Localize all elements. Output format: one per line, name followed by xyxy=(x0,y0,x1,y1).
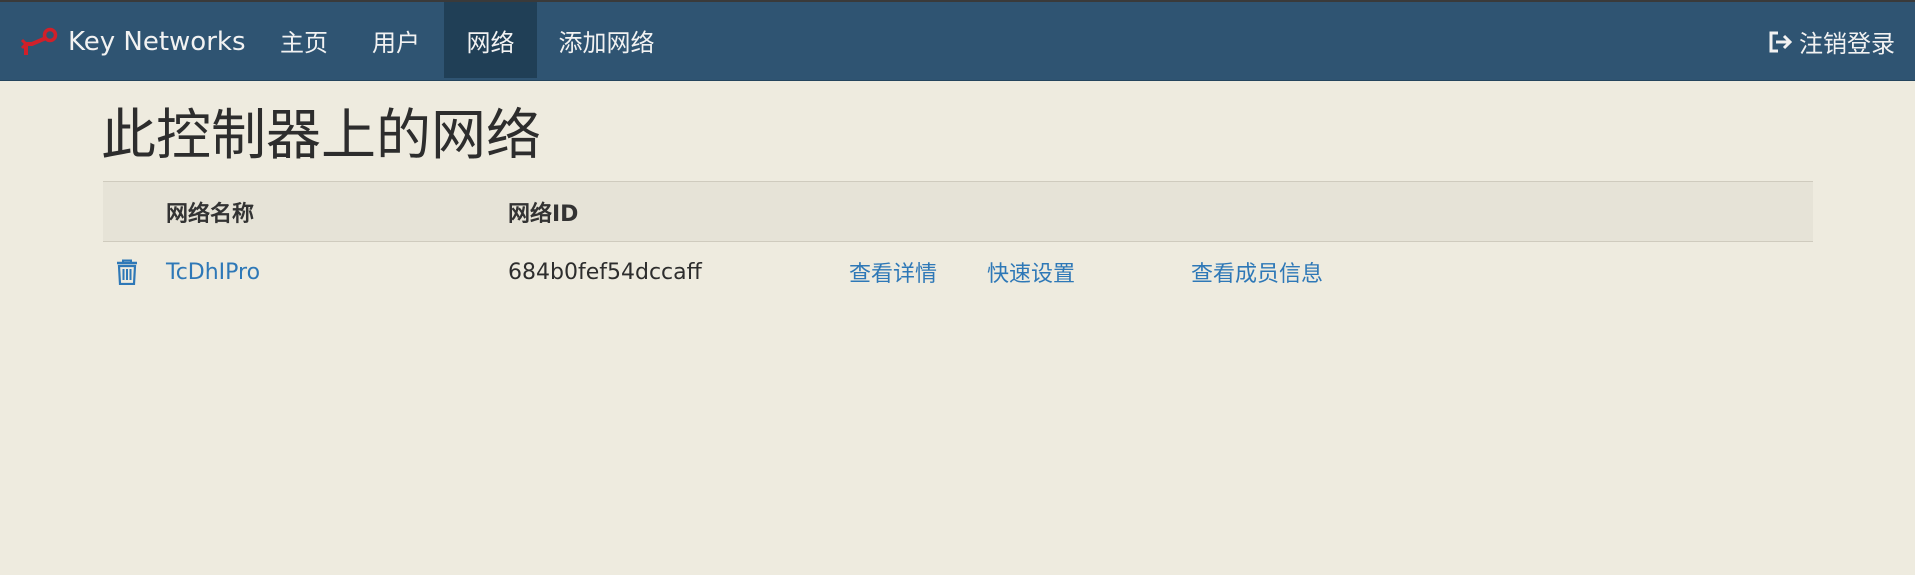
sign-out-icon xyxy=(1769,31,1793,52)
brand-link[interactable]: Key Networks xyxy=(20,2,246,81)
quick-setup-link[interactable]: 快速设置 xyxy=(987,242,1075,302)
page-title: 此控制器上的网络 xyxy=(101,103,542,167)
table-header: 网络名称 网络ID xyxy=(103,181,1813,242)
header-network-id: 网络ID xyxy=(508,201,579,227)
key-logo-icon xyxy=(20,27,58,55)
delete-network-button[interactable] xyxy=(116,242,138,302)
trash-icon xyxy=(117,259,137,285)
network-id: 684b0fef54dccaff xyxy=(508,259,702,285)
network-name-link[interactable]: TcDhIPro xyxy=(166,242,260,302)
top-navbar: Key Networks 主页 用户 网络 添加网络 注销登录 xyxy=(0,0,1915,81)
header-network-name: 网络名称 xyxy=(166,201,255,227)
nav-item-add-network[interactable]: 添加网络 xyxy=(549,2,664,78)
networks-table: 网络名称 网络ID TcDhIPro 684b0fef54dccaff 查看详情… xyxy=(103,181,1813,302)
nav-item-home[interactable]: 主页 xyxy=(266,2,342,78)
logout-link[interactable]: 注销登录 xyxy=(1767,2,1895,81)
nav-item-networks[interactable]: 网络 xyxy=(444,2,537,78)
view-details-link[interactable]: 查看详情 xyxy=(849,242,937,302)
view-members-link[interactable]: 查看成员信息 xyxy=(1191,242,1323,302)
nav-item-users[interactable]: 用户 xyxy=(360,2,432,78)
table-row: TcDhIPro 684b0fef54dccaff 查看详情 快速设置 查看成员… xyxy=(103,242,1813,302)
brand-name: Key Networks xyxy=(68,26,246,57)
logout-label: 注销登录 xyxy=(1799,30,1895,58)
